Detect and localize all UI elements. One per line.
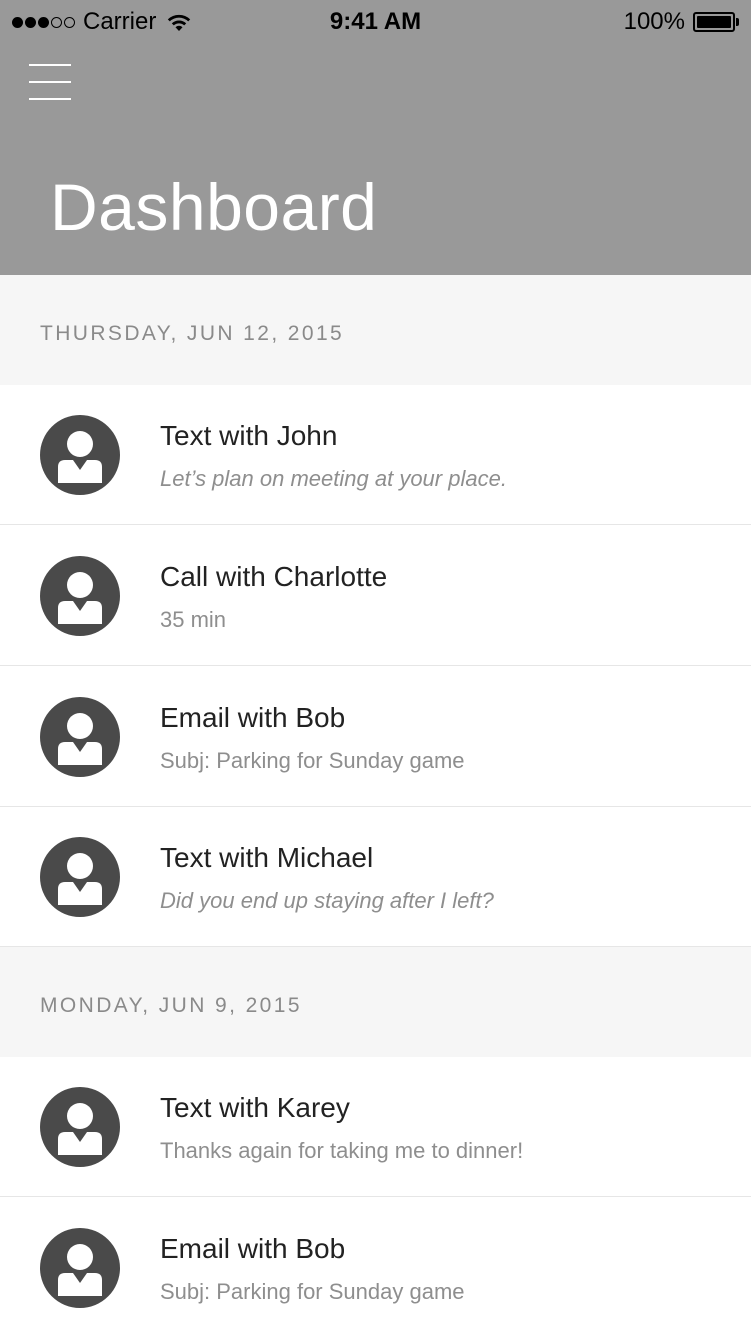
status-right: 100% [624,8,739,36]
header: Carrier 9:41 AM 100% Dashboard [0,0,751,275]
user-avatar-icon [40,415,120,495]
battery-tip [736,18,739,26]
user-avatar-icon [40,556,120,636]
item-subtitle: Thanks again for taking me to dinner! [160,1138,524,1163]
section-date-label: MONDAY, JUN 9, 2015 [40,994,302,1017]
list-item[interactable]: Text with Karey Thanks again for taking … [0,1057,751,1197]
item-title: Email with Bob [160,702,346,733]
section-header-date: MONDAY, JUN 9, 2015 [0,947,751,1057]
item-subtitle: Let’s plan on meeting at your place. [160,466,507,491]
user-avatar-icon [40,697,120,777]
page-title: Dashboard [50,170,378,244]
battery-percentage: 100% [623,8,685,35]
item-subtitle: Did you end up staying after I left? [160,888,494,913]
list-item[interactable]: Email with Bob Subj: Parking for Sunday … [0,1198,751,1334]
hamburger-menu-icon[interactable] [29,64,71,102]
user-avatar-icon [40,1087,120,1167]
list-item[interactable]: Text with Michael Did you end up staying… [0,807,751,947]
section-header-date: THURSDAY, JUN 12, 2015 [0,275,751,385]
section-date-label: THURSDAY, JUN 12, 2015 [40,322,345,345]
item-title: Text with John [160,420,338,451]
app-screen: Carrier 9:41 AM 100% Dashboard THURSDAY,… [0,0,751,1334]
battery-icon [693,12,735,32]
item-subtitle: 35 min [160,607,227,632]
user-avatar-icon [40,1228,120,1308]
item-title: Text with Michael [160,842,374,873]
item-title: Call with Charlotte [160,561,388,592]
item-title: Email with Bob [160,1233,346,1264]
item-subtitle: Subj: Parking for Sunday game [160,1279,465,1304]
user-avatar-icon [40,837,120,917]
item-subtitle: Subj: Parking for Sunday game [160,748,465,773]
item-title: Text with Karey [160,1092,350,1123]
list-item[interactable]: Call with Charlotte 35 min [0,526,751,666]
status-bar: Carrier 9:41 AM 100% [0,0,751,44]
list-item[interactable]: Email with Bob Subj: Parking for Sunday … [0,667,751,807]
list-item[interactable]: Text with John Let’s plan on meeting at … [0,385,751,525]
